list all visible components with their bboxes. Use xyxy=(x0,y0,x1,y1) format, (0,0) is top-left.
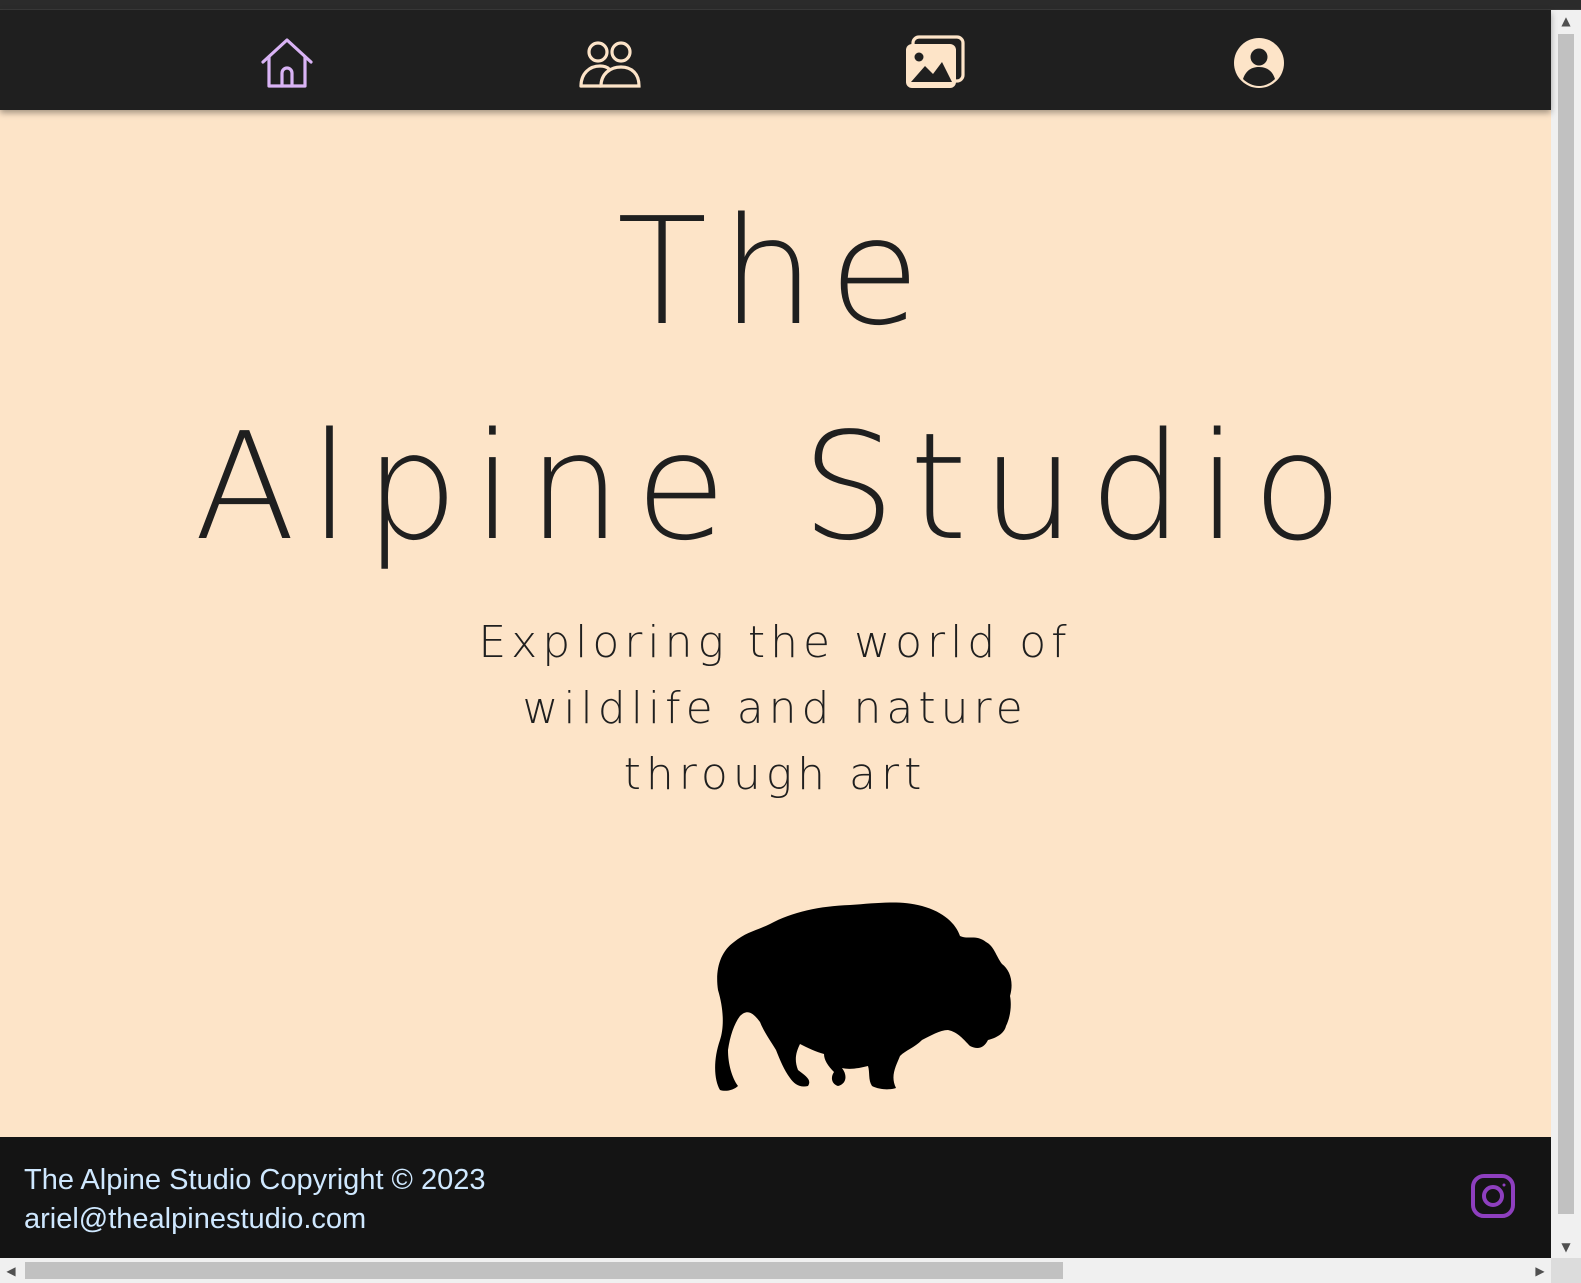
vertical-scroll-thumb[interactable] xyxy=(1558,34,1574,1214)
contact-email-link[interactable]: ariel@thealpinestudio.com xyxy=(24,1200,486,1239)
hero-subtitle: Exploring the world of wildlife and natu… xyxy=(475,610,1075,808)
bison-silhouette-image xyxy=(715,902,1012,1091)
subtitle-line-2: wildlife and nature xyxy=(522,683,1028,734)
profile-icon xyxy=(1234,38,1284,88)
scroll-left-arrow-icon[interactable]: ◀ xyxy=(0,1258,22,1283)
top-navbar xyxy=(0,10,1551,110)
browser-top-strip xyxy=(0,0,1581,10)
gallery-icon xyxy=(906,35,965,88)
instagram-icon xyxy=(1471,1174,1515,1218)
subtitle-line-3: through art xyxy=(623,749,927,800)
nav-people-link[interactable] xyxy=(578,35,642,91)
scroll-up-arrow-icon[interactable]: ▲ xyxy=(1551,10,1581,32)
page-title: The Alpine Studio xyxy=(0,165,1551,595)
title-line-1: The xyxy=(616,186,935,358)
people-icon xyxy=(579,41,641,88)
instagram-link[interactable] xyxy=(1470,1173,1516,1219)
nav-profile-link[interactable] xyxy=(1227,35,1291,91)
scroll-right-arrow-icon[interactable]: ▶ xyxy=(1529,1258,1551,1283)
subtitle-line-1: Exploring the world of xyxy=(478,617,1072,668)
scrollbar-corner xyxy=(1551,1258,1581,1283)
scroll-down-arrow-icon[interactable]: ▼ xyxy=(1551,1236,1581,1258)
copyright-text: The Alpine Studio Copyright © 2023 xyxy=(24,1164,486,1196)
nav-home-link[interactable] xyxy=(255,35,319,91)
horizontal-scrollbar[interactable]: ◀ ▶ xyxy=(0,1258,1551,1283)
site-footer: The Alpine Studio Copyright © 2023 ariel… xyxy=(0,1137,1551,1258)
nav-gallery-link[interactable] xyxy=(903,35,967,91)
horizontal-scroll-thumb[interactable] xyxy=(25,1262,1063,1279)
footer-text: The Alpine Studio Copyright © 2023 ariel… xyxy=(24,1161,486,1239)
title-line-2: Alpine Studio xyxy=(194,401,1357,573)
hero-section: The Alpine Studio Exploring the world of… xyxy=(0,110,1551,1137)
vertical-scrollbar[interactable]: ▲ ▼ xyxy=(1551,10,1581,1258)
home-icon xyxy=(261,38,313,88)
